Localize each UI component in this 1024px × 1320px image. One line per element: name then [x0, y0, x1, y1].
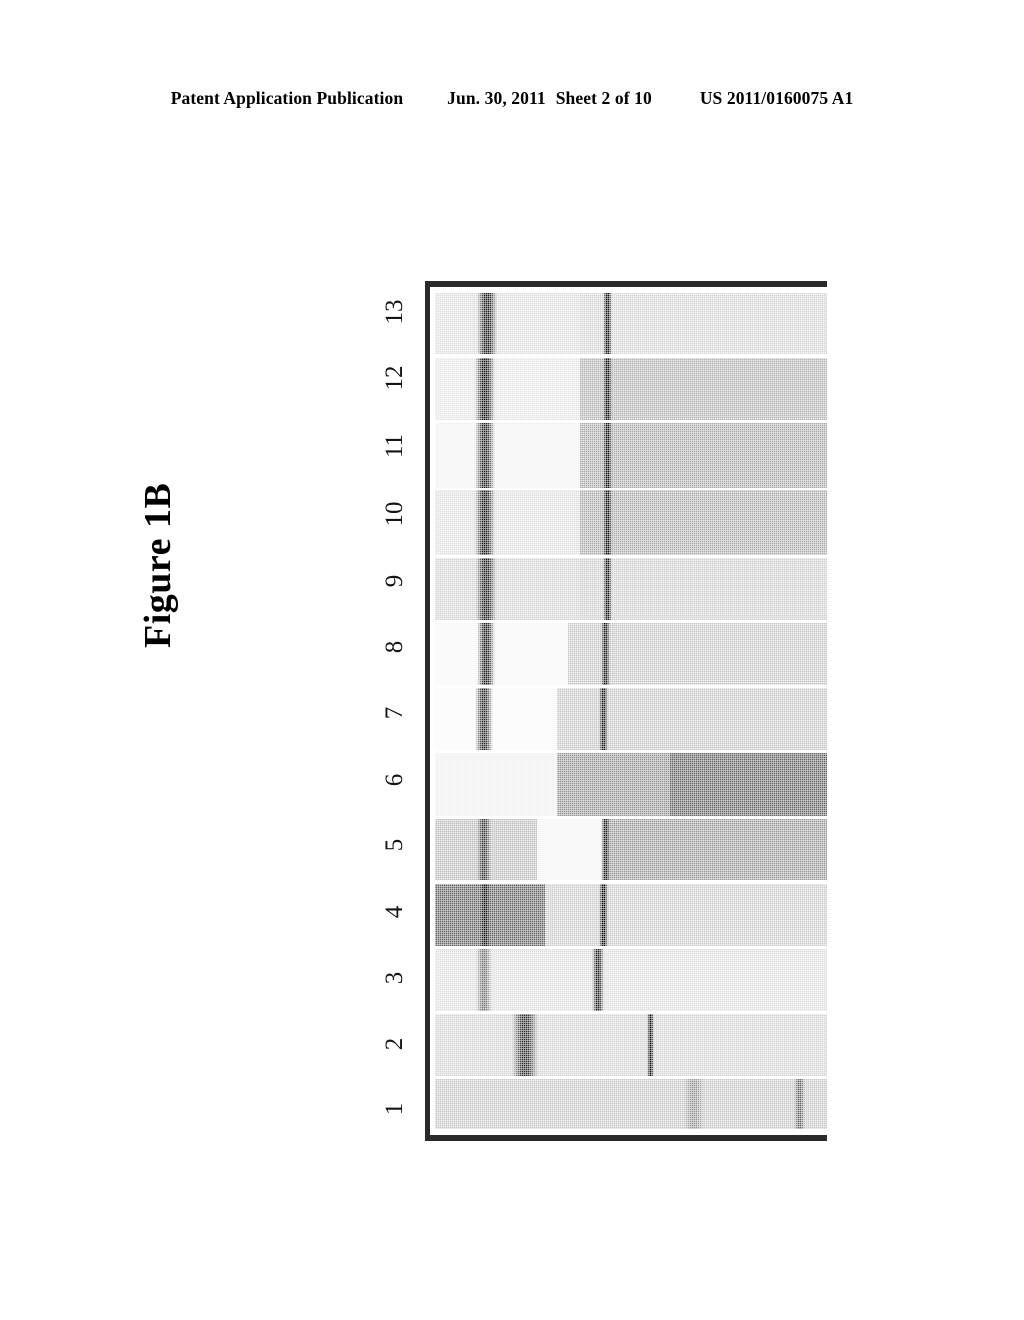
gel-lane-6-segment-0 [435, 752, 557, 817]
page-header: Patent Application Publication Jun. 30, … [0, 88, 1024, 109]
header-publication-title: Patent Application Publication [170, 88, 404, 108]
gel-lane-11-band-0 [475, 422, 495, 488]
gel-lane-3-band-1 [591, 948, 604, 1012]
gel-lane-13 [435, 293, 827, 354]
lane-number-2: 2 [381, 1037, 408, 1050]
gel-lane-6-segment-2 [670, 752, 827, 817]
gel-lane-2-band-0 [512, 1013, 538, 1077]
gel-lane-6 [435, 752, 827, 817]
header-patent-number: US 2011/0160075 A1 [699, 88, 854, 108]
header-publication-date: Jun. 30, 2011 [447, 88, 546, 108]
gel-lane-1-band-0 [683, 1078, 704, 1129]
gel-lane-4 [435, 883, 827, 947]
gel-lane-3 [435, 948, 827, 1012]
gel-lane-3-segment-0 [435, 948, 827, 1012]
gel-lane-5 [435, 819, 827, 880]
gel-lane-12-segment-0 [435, 357, 581, 421]
lane-number-9: 9 [381, 575, 408, 588]
lane-number-11: 11 [381, 433, 408, 458]
lane-number-1: 1 [381, 1103, 408, 1116]
gel-lane-11-segment-0 [435, 422, 581, 488]
lane-number-6: 6 [381, 773, 408, 786]
gel-lane-9-band-0 [476, 558, 496, 621]
figure-label: Figure 1B [137, 482, 179, 648]
gel-lane-2-segment-0 [435, 1013, 827, 1077]
gel-lane-8-segment-0 [435, 622, 569, 686]
lane-number-7: 7 [381, 706, 408, 720]
gel-lane-9-segment-1 [580, 558, 827, 621]
gel-figure [425, 281, 827, 1141]
gel-lane-7-segment-0 [435, 687, 557, 751]
gel-lane-10 [435, 490, 827, 556]
gel-lane-13-segment-0 [435, 293, 581, 354]
gel-lane-6-segment-1 [556, 752, 671, 817]
gel-lane-4-band-0 [480, 883, 491, 947]
gel-lane-1-segment-0 [435, 1078, 827, 1129]
gel-lane-7-band-1 [598, 687, 609, 751]
header-sheet-number: Sheet 2 of 10 [555, 88, 652, 108]
gel-lane-10-band-0 [475, 490, 495, 556]
gel-lane-10-segment-0 [435, 490, 581, 556]
gel-lane-11-band-1 [603, 422, 612, 488]
gel-lane-3-band-0 [475, 948, 493, 1012]
lane-number-13: 13 [381, 299, 408, 325]
gel-lane-13-band-0 [476, 293, 497, 354]
gel-lane-5-band-0 [477, 819, 491, 880]
lane-number-4: 4 [381, 905, 408, 919]
gel-lane-8-band-1 [601, 622, 610, 686]
gel-lane-2 [435, 1013, 827, 1077]
gel-image-area [435, 293, 827, 1129]
gel-lane-1-band-1 [794, 1078, 805, 1129]
gel-lane-1 [435, 1078, 827, 1129]
gel-lane-7-band-0 [474, 687, 493, 751]
lane-number-5: 5 [381, 839, 408, 852]
lane-number-12: 12 [381, 365, 408, 391]
gel-lane-10-segment-1 [580, 490, 827, 556]
gel-lane-8-band-0 [476, 622, 495, 686]
gel-lane-4-segment-1 [544, 883, 827, 947]
gel-lane-4-band-1 [599, 883, 608, 947]
gel-lane-13-band-1 [603, 293, 612, 354]
gel-lane-5-segment-1 [536, 819, 604, 880]
gel-lane-2-band-1 [647, 1013, 655, 1077]
gel-frame-border [425, 281, 827, 1141]
gel-lane-13-segment-1 [580, 293, 827, 354]
gel-lane-8 [435, 622, 827, 686]
gel-lane-11-segment-1 [580, 422, 827, 488]
gel-lane-9-band-1 [603, 558, 612, 621]
gel-lane-10-band-1 [603, 490, 612, 556]
gel-lane-5-segment-2 [603, 819, 827, 880]
gel-lane-12-segment-1 [580, 357, 827, 421]
lane-number-3: 3 [381, 971, 408, 984]
lane-number-8: 8 [381, 640, 408, 654]
gel-lane-11 [435, 422, 827, 488]
gel-lane-12-band-1 [603, 357, 612, 421]
gel-lane-12 [435, 357, 827, 421]
gel-lane-5-band-1 [600, 819, 611, 880]
gel-lane-7-segment-1 [556, 687, 827, 751]
gel-lane-12-band-0 [475, 357, 495, 421]
gel-lane-9-segment-0 [435, 558, 581, 621]
lane-number-10: 10 [381, 501, 408, 527]
lane-number-axis: 13 12 11 10 9 8 7 6 5 4 3 2 1 [368, 281, 420, 1141]
gel-lane-9 [435, 558, 827, 621]
gel-lane-7 [435, 687, 827, 751]
